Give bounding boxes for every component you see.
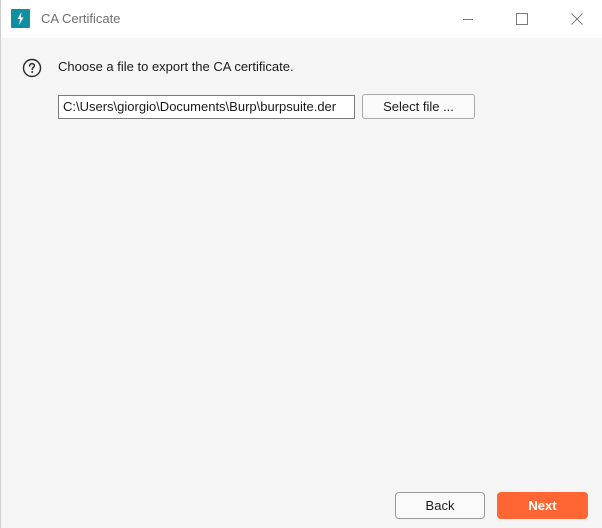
minimize-icon [463, 19, 473, 20]
maximize-button[interactable] [499, 0, 545, 38]
window-title: CA Certificate [41, 11, 121, 26]
minimize-button[interactable] [445, 0, 491, 38]
file-path-value: C:\Users\giorgio\Documents\Burp\burpsuit… [63, 99, 337, 114]
maximize-icon [516, 13, 528, 25]
burp-lightning-icon [11, 9, 30, 28]
ca-certificate-dialog: CA Certificate Choose a file to export t… [0, 0, 602, 528]
dialog-content: Choose a file to export the CA certifica… [1, 38, 602, 528]
back-button[interactable]: Back [395, 492, 485, 519]
next-button[interactable]: Next [497, 492, 588, 519]
instruction-text: Choose a file to export the CA certifica… [58, 59, 294, 74]
close-button[interactable] [554, 0, 600, 38]
title-bar[interactable]: CA Certificate [1, 0, 602, 38]
file-path-input[interactable]: C:\Users\giorgio\Documents\Burp\burpsuit… [58, 95, 355, 119]
select-file-button[interactable]: Select file ... [362, 94, 475, 119]
question-mark-icon [22, 58, 42, 78]
close-icon [571, 13, 583, 25]
